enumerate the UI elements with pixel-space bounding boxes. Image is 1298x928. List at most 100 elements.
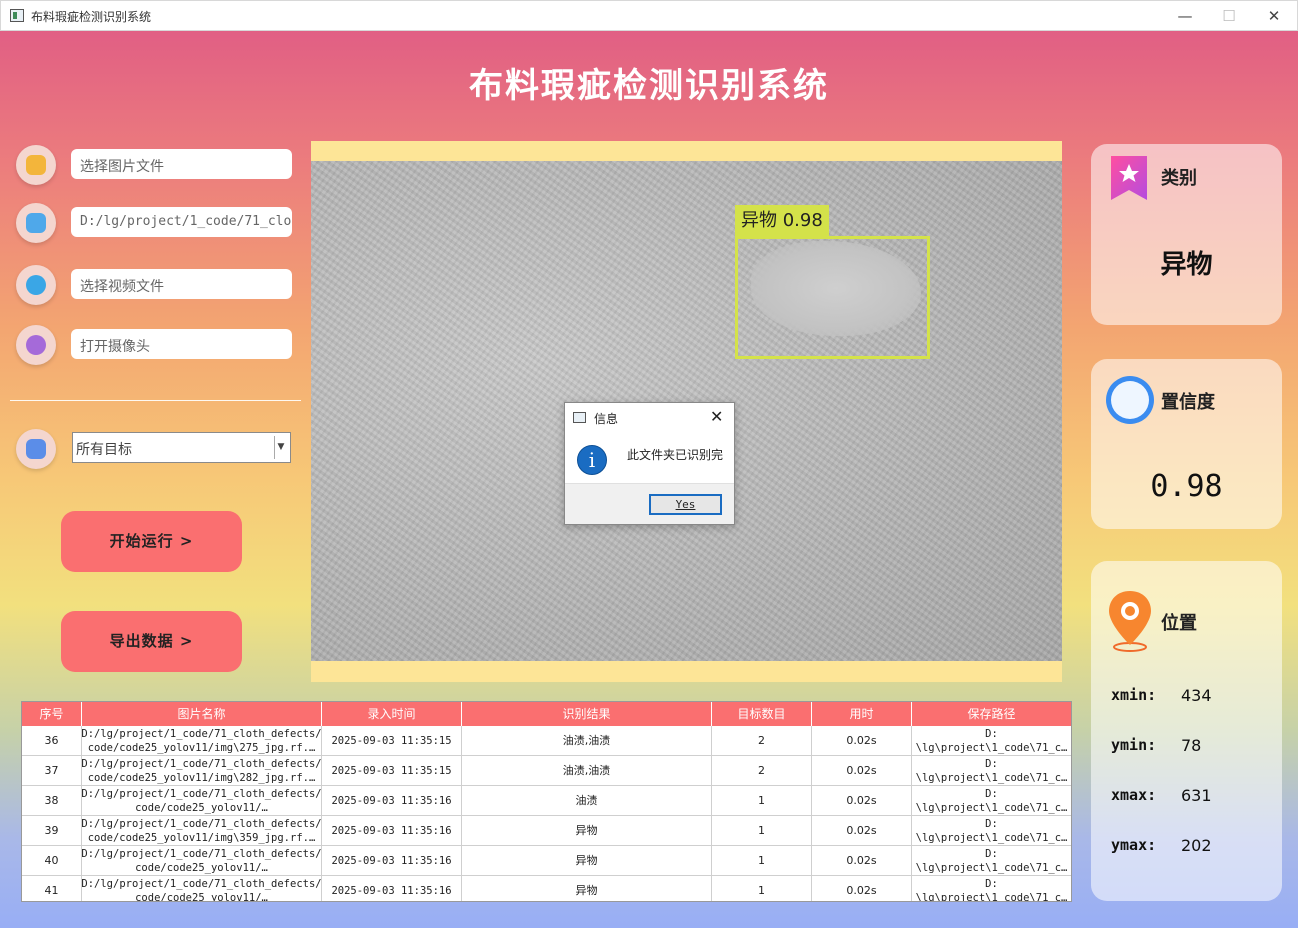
table-cell[interactable]: D: \lg\project\1_code\71_c… xyxy=(912,846,1071,876)
table-cell[interactable]: D:/lg/project/1_code/71_cloth_defects/ c… xyxy=(82,756,322,786)
table-cell[interactable]: 1 xyxy=(712,816,812,846)
start-button[interactable]: 开始运行 > xyxy=(61,511,242,572)
table-cell[interactable]: 油渍,油渍 xyxy=(462,726,712,756)
table-cell[interactable]: 0.02s xyxy=(812,846,912,876)
table-cell[interactable]: 41 xyxy=(22,876,82,901)
camera-input[interactable]: 打开摄像头 xyxy=(71,329,292,359)
table-row[interactable]: 38 D:/lg/project/1_code/71_cloth_defects/… xyxy=(22,786,1071,816)
table-cell[interactable]: D: \lg\project\1_code\71_c… xyxy=(912,876,1071,901)
table-cell[interactable]: 2025-09-03 11:35:15 xyxy=(322,726,462,756)
table-cell[interactable]: 2025-09-03 11:35:16 xyxy=(322,876,462,901)
table-cell[interactable]: D:/lg/project/1_code/71_cloth_defects/ c… xyxy=(82,846,322,876)
table-cell[interactable]: 2 xyxy=(712,756,812,786)
table-cell[interactable]: 油渍,油渍 xyxy=(462,756,712,786)
divider xyxy=(10,400,301,401)
image-file-icon[interactable] xyxy=(16,145,56,185)
table-cell[interactable]: 0.02s xyxy=(812,816,912,846)
col-header[interactable]: 图片名称 xyxy=(82,702,322,726)
table-row[interactable]: 40 D:/lg/project/1_code/71_cloth_defects/… xyxy=(22,846,1071,876)
video-file-row[interactable]: 选择视频文件 xyxy=(16,265,306,305)
table-cell[interactable]: D: \lg\project\1_code\71_c… xyxy=(912,756,1071,786)
video-file-input[interactable]: 选择视频文件 xyxy=(71,269,292,299)
table-cell[interactable]: 油渍 xyxy=(462,786,712,816)
ymax-row: ymax: 202 xyxy=(1111,836,1212,855)
class-value: 异物 xyxy=(1160,250,1213,280)
table-cell[interactable]: 40 xyxy=(22,846,82,876)
app-title: 布料瑕疵检测识别系统 xyxy=(469,66,829,106)
table-cell[interactable]: D: \lg\project\1_code\71_c… xyxy=(912,786,1071,816)
table-cell[interactable]: D:/lg/project/1_code/71_cloth_defects/ c… xyxy=(82,726,322,756)
col-header[interactable]: 用时 xyxy=(812,702,912,726)
dialog-title: 信息 xyxy=(594,412,619,426)
app-icon xyxy=(10,9,24,22)
col-header[interactable]: 目标数目 xyxy=(712,702,812,726)
table-cell[interactable]: 1 xyxy=(712,786,812,816)
table-cell[interactable]: D:/lg/project/1_code/71_cloth_defects/ c… xyxy=(82,816,322,846)
table-cell[interactable]: 2025-09-03 11:35:15 xyxy=(322,756,462,786)
ymin-row: ymin: 78 xyxy=(1111,736,1201,755)
info-icon: i xyxy=(577,445,607,475)
ymax-label: ymax: xyxy=(1111,836,1157,854)
export-button[interactable]: 导出数据 > xyxy=(61,611,242,672)
dialog-header: 信息 ✕ xyxy=(565,403,734,431)
table-header: 序号 图片名称 录入时间 识别结果 目标数目 用时 保存路径 xyxy=(22,702,1071,726)
detection-label: 异物 0.98 xyxy=(735,205,829,237)
info-dialog: 信息 ✕ i 此文件夹已识别完 Yes xyxy=(564,402,735,525)
confidence-ring-icon xyxy=(1106,376,1154,424)
folder-icon[interactable] xyxy=(16,203,56,243)
table-cell[interactable]: 37 xyxy=(22,756,82,786)
table-cell[interactable]: 0.02s xyxy=(812,726,912,756)
col-header[interactable]: 序号 xyxy=(22,702,82,726)
location-pin-icon xyxy=(1109,591,1151,652)
table-cell[interactable]: 异物 xyxy=(462,876,712,901)
table-cell[interactable]: D: \lg\project\1_code\71_c… xyxy=(912,816,1071,846)
image-file-row[interactable]: 选择图片文件 xyxy=(16,145,306,185)
table-cell[interactable]: 36 xyxy=(22,726,82,756)
window-title: 布料瑕疵检测识别系统 xyxy=(31,10,152,24)
camera-row[interactable]: 打开摄像头 xyxy=(16,325,306,365)
table-row[interactable]: 37 D:/lg/project/1_code/71_cloth_defects/… xyxy=(22,756,1071,786)
table-cell[interactable]: 38 xyxy=(22,786,82,816)
yes-button[interactable]: Yes xyxy=(649,494,722,515)
table-cell[interactable]: 2025-09-03 11:35:16 xyxy=(322,816,462,846)
target-select[interactable]: 所有目标 ▼ xyxy=(72,432,291,463)
col-header[interactable]: 保存路径 xyxy=(912,702,1071,726)
table-cell[interactable]: 39 xyxy=(22,816,82,846)
col-header[interactable]: 识别结果 xyxy=(462,702,712,726)
image-file-input[interactable]: 选择图片文件 xyxy=(71,149,292,179)
table-cell[interactable]: D:/lg/project/1_code/71_cloth_defects/ c… xyxy=(82,876,322,901)
xmax-value: 631 xyxy=(1181,786,1212,805)
dialog-app-icon xyxy=(573,412,586,423)
maximize-icon[interactable]: ☐ xyxy=(1209,5,1249,27)
table-cell[interactable]: 0.02s xyxy=(812,786,912,816)
table-cell[interactable]: 0.02s xyxy=(812,876,912,901)
video-file-icon[interactable] xyxy=(16,265,56,305)
confidence-card: 置信度 0.98 xyxy=(1091,359,1282,529)
folder-path-input[interactable]: D:/lg/project/1_code/71_clo xyxy=(71,207,292,237)
table-row[interactable]: 41 D:/lg/project/1_code/71_cloth_defects/… xyxy=(22,876,1071,901)
table-row[interactable]: 36 D:/lg/project/1_code/71_cloth_defects/… xyxy=(22,726,1071,756)
detection-box xyxy=(735,236,930,359)
chevron-down-icon[interactable]: ▼ xyxy=(274,436,287,459)
class-card: 类别 异物 xyxy=(1091,144,1282,325)
table-cell[interactable]: 1 xyxy=(712,846,812,876)
table-cell[interactable]: 0.02s xyxy=(812,756,912,786)
table-cell[interactable]: D:/lg/project/1_code/71_cloth_defects/ c… xyxy=(82,786,322,816)
camera-icon[interactable] xyxy=(16,325,56,365)
table-cell[interactable]: 1 xyxy=(712,876,812,901)
xmin-label: xmin: xyxy=(1111,686,1157,704)
table-cell[interactable]: 异物 xyxy=(462,846,712,876)
target-tag-icon xyxy=(16,429,56,469)
minimize-icon[interactable]: — xyxy=(1165,5,1205,27)
dialog-close-icon[interactable]: ✕ xyxy=(710,407,723,426)
table-row[interactable]: 39 D:/lg/project/1_code/71_cloth_defects/… xyxy=(22,816,1071,846)
folder-row[interactable]: D:/lg/project/1_code/71_clo xyxy=(16,203,306,243)
col-header[interactable]: 录入时间 xyxy=(322,702,462,726)
table-cell[interactable]: 2025-09-03 11:35:16 xyxy=(322,846,462,876)
table-cell[interactable]: D: \lg\project\1_code\71_c… xyxy=(912,726,1071,756)
close-icon[interactable]: ✕ xyxy=(1254,5,1294,27)
results-table[interactable]: 序号 图片名称 录入时间 识别结果 目标数目 用时 保存路径 36 D:/lg/p… xyxy=(21,701,1072,902)
table-cell[interactable]: 异物 xyxy=(462,816,712,846)
table-cell[interactable]: 2025-09-03 11:35:16 xyxy=(322,786,462,816)
table-cell[interactable]: 2 xyxy=(712,726,812,756)
